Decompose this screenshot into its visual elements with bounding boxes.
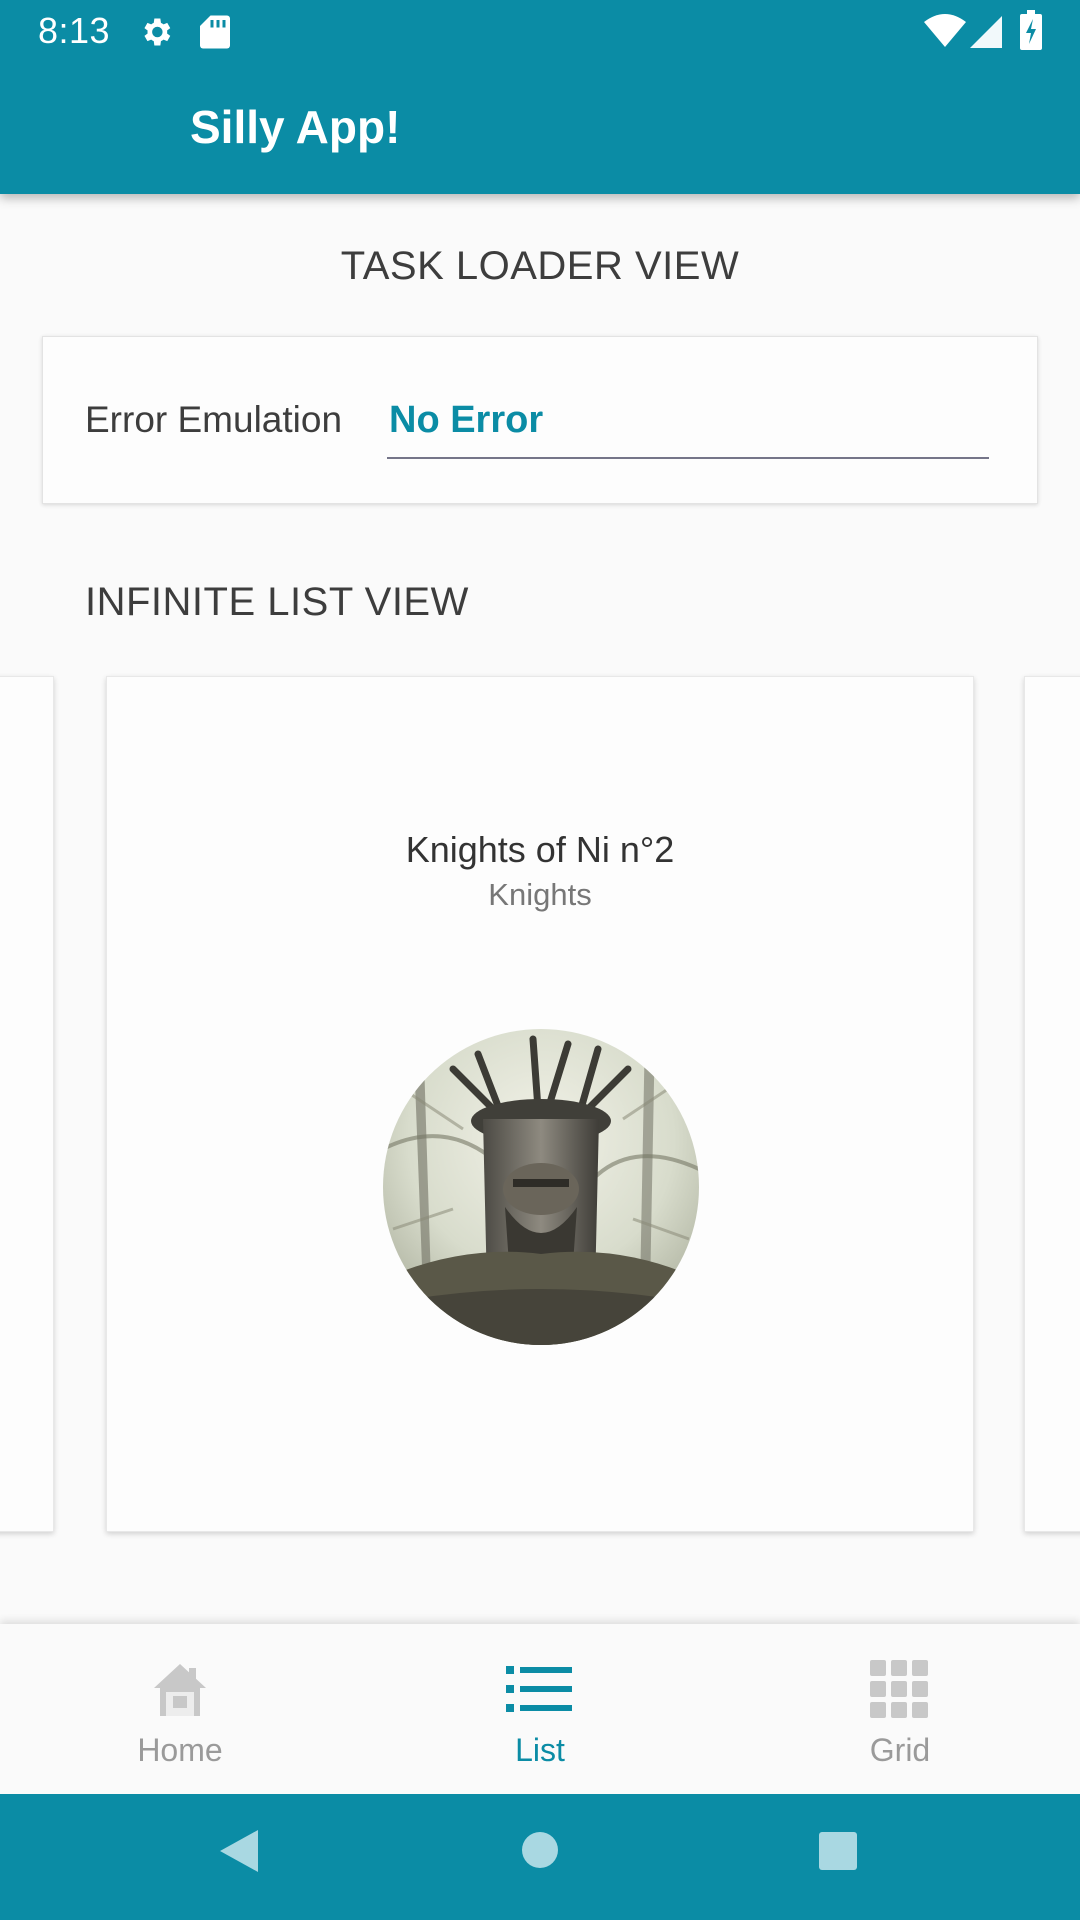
task-loader-title: TASK LOADER VIEW [340, 244, 740, 288]
error-emulation-label: Error Emulation [85, 399, 343, 440]
status-time: 8:13 [38, 10, 111, 51]
nav-label-home: Home [137, 1732, 223, 1768]
error-emulation-dropdown[interactable]: No Error [387, 377, 989, 459]
screen: 8:13 Silly App! TASK LOADER VIEW Error E… [0, 0, 1080, 1920]
card-title: Knights of Ni n°2 [405, 829, 675, 870]
carousel-card-previous[interactable] [0, 676, 54, 1532]
card-subtitle: Knights [488, 877, 592, 912]
knight-avatar-image [383, 1029, 699, 1345]
error-emulation-card: Error Emulation No Error [42, 336, 1038, 504]
nav-item-grid[interactable]: Grid [720, 1624, 1080, 1794]
sd-card-icon [200, 15, 230, 49]
home-icon [154, 1664, 206, 1716]
error-emulation-value: No Error [389, 399, 544, 441]
nav-item-home[interactable]: Home [0, 1624, 360, 1794]
grid-icon [870, 1660, 928, 1718]
recents-button[interactable] [818, 1828, 858, 1870]
infinite-list-title: INFINITE LIST VIEW [85, 580, 469, 624]
nav-label-grid: Grid [869, 1732, 931, 1768]
status-bar: 8:13 [0, 0, 1080, 64]
battery-charging-icon [1020, 10, 1042, 50]
gear-icon [144, 18, 171, 46]
nav-label-list: List [515, 1732, 565, 1768]
bottom-navigation: Home List Grid [0, 1624, 1080, 1794]
nav-item-list[interactable]: List [360, 1624, 720, 1794]
app-title: Silly App! [190, 101, 401, 153]
carousel-card-next[interactable] [1024, 676, 1080, 1532]
list-icon [506, 1666, 572, 1712]
home-button[interactable] [520, 1828, 560, 1868]
system-navigation-bar [0, 1794, 1080, 1920]
back-button[interactable] [218, 1828, 260, 1874]
carousel-card-current[interactable]: Knights of Ni n°2 Knights [106, 676, 974, 1532]
top-bar: 8:13 Silly App! [0, 0, 1080, 194]
wifi-icon [924, 14, 966, 47]
cell-signal-icon [970, 16, 1002, 48]
